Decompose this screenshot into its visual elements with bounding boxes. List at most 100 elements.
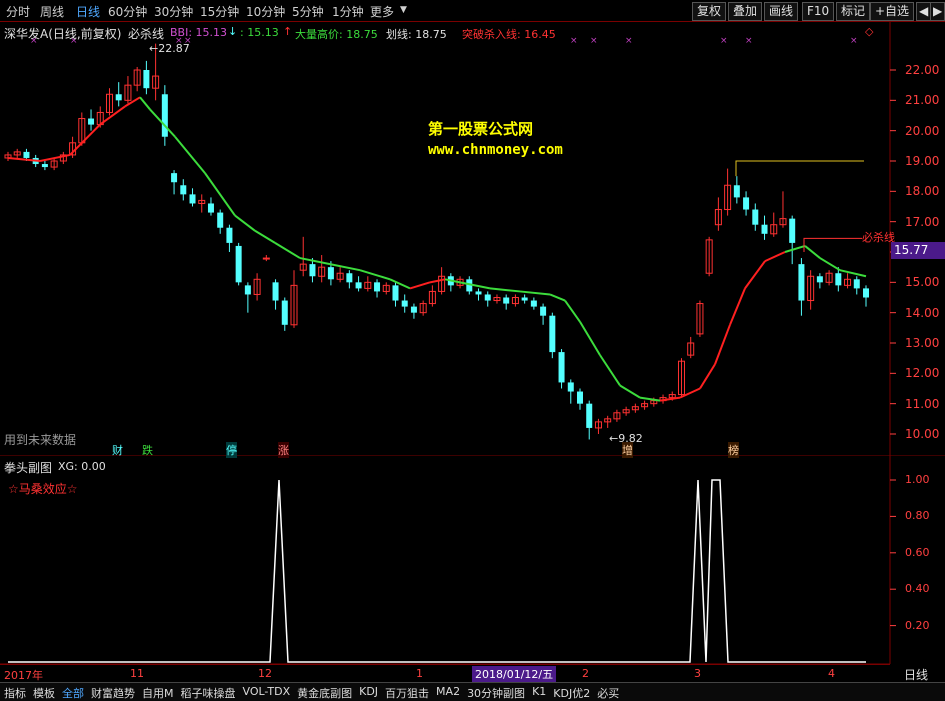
candlestick (244, 282, 251, 313)
tab-10min[interactable]: 10分钟 (246, 3, 285, 20)
indicator-tab[interactable]: 财富趋势 (91, 685, 135, 701)
bbi-line-segment (764, 251, 786, 263)
indicator-tab[interactable]: 全部 (62, 685, 84, 701)
candlestick (281, 297, 288, 331)
watermark-url: www.chnmoney.com (428, 142, 563, 158)
arrow-down-icon: ↓ (228, 25, 238, 38)
candle-body (272, 282, 279, 301)
candle-body (262, 257, 270, 260)
tab-daily[interactable]: 日线 (76, 3, 100, 20)
candlestick (577, 388, 583, 410)
candlestick (374, 279, 381, 298)
price-tick: 20.00 (905, 123, 940, 138)
candlestick (4, 151, 12, 161)
indicator-tab[interactable]: 自用M (142, 685, 174, 701)
candlestick (567, 379, 574, 404)
candlestick (115, 82, 122, 107)
indicator-tab[interactable]: VOL-TDX (243, 685, 291, 698)
mark-button[interactable]: 标记 (836, 2, 871, 21)
sub-tick: 0.40 (905, 582, 930, 596)
tab-30min[interactable]: 30分钟 (154, 3, 193, 20)
indicator-tab[interactable]: K1 (532, 685, 546, 698)
bbi-line-segment (124, 96, 141, 108)
candle-body (484, 294, 491, 301)
tab-5min[interactable]: 5分钟 (292, 3, 324, 20)
tab-intraday[interactable]: 分时 (6, 3, 30, 20)
candlestick (419, 300, 427, 316)
sub-canvas[interactable] (0, 456, 945, 664)
bbi-line-segment (254, 229, 276, 244)
indicator-tab[interactable]: MA2 (436, 685, 460, 698)
main-kline-chart[interactable]: × × × × × × × × × × 深华发A(日线,前复权) 必杀线 BBI: 15.13 ↓… (0, 22, 945, 458)
tab-more[interactable]: 更多 (370, 3, 394, 20)
candle-body (798, 264, 805, 301)
indicator-tab[interactable]: 指标 (4, 685, 26, 701)
indicator-tab[interactable]: KDJ优2 (553, 685, 590, 701)
tab-60min[interactable]: 60分钟 (108, 3, 147, 20)
candle-body (207, 203, 214, 213)
price-tick: 19.00 (905, 154, 940, 168)
candlestick (853, 276, 860, 295)
candlestick (521, 294, 528, 304)
candlestick (171, 170, 178, 195)
candlestick (447, 273, 454, 292)
candle-body (171, 173, 178, 183)
restore-rights-button[interactable]: 复权 (692, 2, 727, 21)
candlestick (143, 60, 150, 95)
bbi-line-segment (579, 321, 601, 356)
candle-body (281, 300, 288, 325)
candlestick (752, 203, 759, 231)
candle-body (244, 285, 251, 295)
price-tick: 15.00 (905, 275, 940, 290)
prev-icon[interactable]: ◀ (916, 2, 932, 21)
kline-canvas[interactable]: × × × × × × × × × × (0, 22, 945, 456)
bbi-line-segment (819, 257, 841, 272)
candle-body (816, 276, 823, 283)
candlestick (189, 188, 196, 207)
candlestick (161, 85, 168, 146)
sub-indicator-chart[interactable]: 拳头副图 XG: 0.00 ☆马桑效应☆ 1.00 0.80 0.60 0.40 0.2… (0, 456, 945, 664)
candlestick (594, 418, 602, 434)
tab-15min[interactable]: 15分钟 (200, 3, 239, 20)
bottom-area: 2017年 11 12 1 2018/01/12/五 2 3 4 日线 指标 模板… (0, 664, 945, 701)
timeline-label: 2017年 (4, 669, 43, 682)
candlestick (761, 215, 768, 240)
candlestick (789, 215, 796, 265)
f10-button[interactable]: F10 (802, 2, 835, 21)
tab-weekly[interactable]: 周线 (40, 3, 64, 20)
bbi-line-segment (639, 396, 661, 402)
indicator-tab[interactable]: KDJ (359, 685, 378, 698)
draw-line-button[interactable]: 画线 (764, 2, 799, 21)
next-icon[interactable]: ▶ (930, 2, 945, 21)
period-indicator[interactable]: 日线 (904, 666, 928, 683)
candlestick (105, 88, 113, 116)
tab-1min[interactable]: 1分钟 (332, 3, 364, 20)
candlestick (825, 270, 833, 286)
candle-body (392, 285, 399, 301)
candlestick (392, 282, 399, 307)
volume-price-label: 大量高价: 18.75 (295, 28, 378, 41)
candlestick (235, 242, 242, 286)
chevron-down-icon[interactable]: ▼ (400, 5, 407, 15)
indicator-tab[interactable]: 30分钟副图 (467, 685, 525, 701)
effect-label: ☆马桑效应☆ (8, 482, 78, 496)
high-volume-line (735, 160, 864, 177)
timeline-label: 3 (694, 667, 701, 680)
candle-body (374, 282, 381, 292)
indicator-tab[interactable]: 必买 (597, 685, 619, 701)
bbi-line-segment (699, 363, 716, 390)
candle-body (309, 264, 316, 277)
candle-body (88, 118, 95, 125)
timeline-label: 4 (828, 667, 835, 680)
indicator-tab[interactable]: 百万狙击 (385, 685, 429, 701)
candle-body (733, 185, 740, 198)
candlestick (290, 270, 298, 328)
indicator-tab[interactable]: 模板 (33, 685, 55, 701)
indicator-tab[interactable]: 黄金底副图 (297, 685, 352, 701)
timeline-cursor-date: 2018/01/12/五 (472, 666, 557, 682)
sub-tick: 0.60 (905, 545, 930, 559)
candle-body (226, 227, 233, 243)
overlay-button[interactable]: 叠加 (728, 2, 763, 21)
indicator-tab[interactable]: 稻子味操盘 (181, 685, 236, 701)
add-favorite-button[interactable]: +自选 (870, 2, 915, 21)
